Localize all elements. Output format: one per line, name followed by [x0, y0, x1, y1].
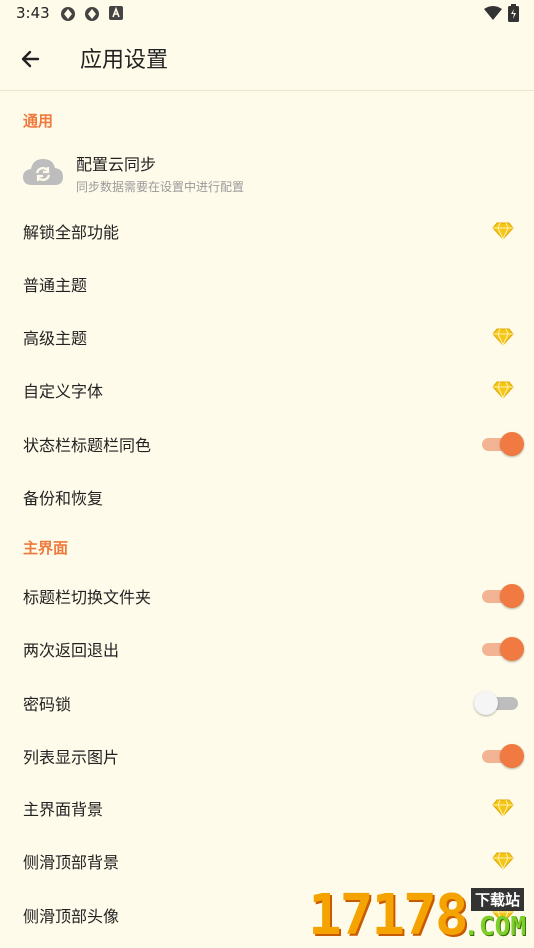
statusbar-color-label: 状态栏标题栏同色: [23, 435, 152, 455]
premium-gem-icon: [492, 799, 514, 817]
app-notification-icon: [61, 7, 75, 21]
password-lock-row[interactable]: 密码锁: [0, 676, 534, 729]
section-header-main: 主界面: [23, 539, 69, 557]
app-bar: 应用设置: [0, 28, 534, 91]
a-notification-icon: [109, 6, 123, 20]
watermark-digits: 17178: [308, 883, 469, 948]
advanced-theme-row[interactable]: 高级主题: [0, 310, 534, 363]
normal-theme-label: 普通主题: [23, 275, 88, 295]
cloud-sync-row[interactable]: 配置云同步 同步数据需要在设置中进行配置: [0, 143, 534, 203]
cloud-sync-title: 配置云同步: [76, 155, 157, 174]
double-back-exit-row[interactable]: 两次返回退出: [0, 622, 534, 675]
backup-restore-label: 备份和恢复: [23, 488, 104, 508]
custom-font-label: 自定义字体: [23, 381, 104, 401]
battery-icon: [508, 4, 519, 22]
list-show-images-label: 列表显示图片: [23, 747, 120, 767]
normal-theme-row[interactable]: 普通主题: [0, 257, 534, 310]
main-background-row[interactable]: 主界面背景: [0, 781, 534, 834]
password-lock-label: 密码锁: [23, 694, 72, 714]
advanced-theme-label: 高级主题: [23, 328, 88, 348]
premium-gem-icon: [492, 852, 514, 870]
drawer-avatar-label: 侧滑顶部头像: [23, 906, 120, 926]
drawer-background-row[interactable]: 侧滑顶部背景: [0, 834, 534, 887]
status-time: 3:43: [16, 4, 50, 22]
password-lock-toggle[interactable]: [474, 690, 522, 715]
list-show-images-toggle[interactable]: [480, 743, 524, 768]
custom-font-row[interactable]: 自定义字体: [0, 363, 534, 416]
double-back-exit-label: 两次返回退出: [23, 640, 120, 660]
main-background-label: 主界面背景: [23, 799, 104, 819]
page-title: 应用设置: [80, 48, 169, 73]
drawer-background-label: 侧滑顶部背景: [23, 852, 120, 872]
premium-gem-icon: [492, 328, 514, 346]
watermark-badge: 下载站: [470, 888, 524, 911]
list-show-images-row[interactable]: 列表显示图片: [0, 729, 534, 782]
section-header-general: 通用: [23, 112, 54, 130]
statusbar-color-toggle[interactable]: [480, 431, 524, 456]
cloud-sync-subtitle: 同步数据需要在设置中进行配置: [76, 180, 245, 194]
premium-gem-icon: [492, 222, 514, 240]
title-switch-folder-label: 标题栏切换文件夹: [23, 587, 152, 607]
app-notification-icon: [85, 7, 99, 21]
unlock-all-row[interactable]: 解锁全部功能: [0, 204, 534, 257]
status-bar: 3:43: [0, 0, 534, 28]
double-back-exit-toggle[interactable]: [480, 636, 524, 661]
statusbar-color-row[interactable]: 状态栏标题栏同色: [0, 417, 534, 470]
title-switch-folder-toggle[interactable]: [480, 583, 524, 608]
premium-gem-icon: [492, 381, 514, 399]
wifi-icon: [484, 6, 502, 20]
watermark-domain: .COM: [463, 912, 526, 942]
title-switch-folder-row[interactable]: 标题栏切换文件夹: [0, 569, 534, 622]
backup-restore-row[interactable]: 备份和恢复: [0, 470, 534, 523]
unlock-all-label: 解锁全部功能: [23, 222, 120, 242]
cloud-sync-icon: [23, 159, 63, 185]
site-watermark: 17178 下载站 .COM: [308, 884, 534, 948]
back-arrow-icon[interactable]: [16, 44, 46, 74]
